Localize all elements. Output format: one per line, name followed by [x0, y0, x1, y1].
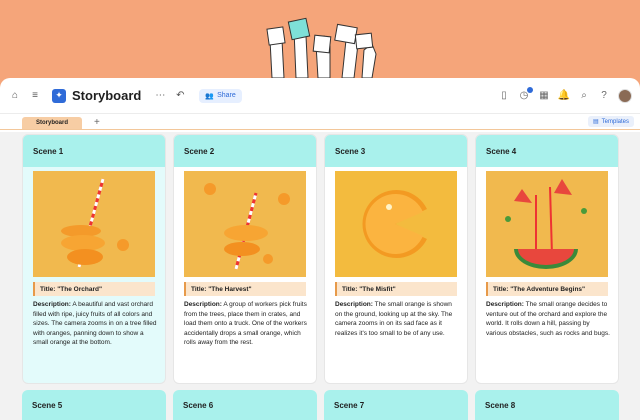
templates-label: Templates	[601, 118, 629, 125]
user-avatar[interactable]	[618, 88, 632, 103]
scene-title: Title: "The Adventure Begins"	[486, 282, 608, 296]
scene-header: Scene 3	[325, 135, 467, 167]
templates-icon: ▤	[592, 119, 599, 125]
clipboard-icon[interactable]: ▯	[498, 90, 510, 102]
scene-description: Description: A beautiful and vast orchar…	[33, 300, 157, 348]
scene-description: Description: A group of workers pick fru…	[184, 300, 308, 348]
calendar-icon[interactable]: ▦	[538, 90, 550, 102]
scene-image	[184, 171, 306, 277]
scene-title: Title: "The Misfit"	[335, 282, 457, 296]
scene-title: Title: "The Harvest"	[184, 282, 306, 296]
scene-card[interactable]: Scene 4 Title: "The Adventure Begins" De…	[475, 134, 619, 384]
scene-card[interactable]: Scene 3 Title: "The Misfit" Description:…	[324, 134, 468, 384]
share-button[interactable]: 👥 Share	[199, 88, 242, 103]
tab-bar: Storyboard + ▤ Templates	[0, 114, 640, 130]
templates-button[interactable]: ▤ Templates	[587, 116, 634, 127]
scene-image	[335, 171, 457, 277]
scene-header: Scene 2	[174, 135, 316, 167]
scene-card[interactable]: Scene 1 Title: "The Orchard" Description…	[22, 134, 166, 384]
scene-header[interactable]: Scene 5	[22, 390, 166, 420]
scene-header: Scene 4	[476, 135, 618, 167]
bell-icon[interactable]: 🔔	[558, 90, 570, 102]
scene-board: Scene 1 Title: "The Orchard" Description…	[0, 132, 640, 420]
undo-icon[interactable]: ↶	[173, 89, 187, 103]
storyboard-logo-icon: ✦	[52, 88, 66, 103]
scene-image	[486, 171, 608, 277]
scene-title: Title: "The Orchard"	[33, 282, 155, 296]
scene-description: Description: The small orange decides to…	[486, 300, 610, 338]
scene-card[interactable]: Scene 2 Title: "The Harvest" Description…	[173, 134, 317, 384]
scene-header: Scene 1	[23, 135, 165, 167]
storyboard-app: ⌂ ≡ ✦ Storyboard ⋯ ↶ 👥 Share ▯ ◷ ▦ 🔔 ⌕ ?…	[0, 78, 640, 420]
hands-with-notes-illustration	[266, 17, 377, 79]
home-icon[interactable]: ⌂	[8, 89, 22, 103]
board-title[interactable]: Storyboard	[72, 88, 141, 103]
description-label: Description:	[33, 301, 71, 308]
scene-description: Description: The small orange is shown o…	[335, 300, 459, 338]
timer-icon[interactable]: ◷	[518, 86, 533, 102]
description-label: Description:	[335, 301, 373, 308]
search-icon[interactable]: ⌕	[578, 90, 590, 102]
menu-icon[interactable]: ≡	[28, 89, 42, 103]
people-icon: 👥	[205, 92, 215, 100]
share-label: Share	[217, 92, 236, 99]
tab-storyboard[interactable]: Storyboard	[22, 117, 83, 129]
add-tab-icon[interactable]: +	[94, 117, 100, 128]
help-icon[interactable]: ?	[598, 90, 610, 102]
scene-image	[33, 171, 155, 277]
description-label: Description:	[486, 301, 524, 308]
more-options-icon[interactable]: ⋯	[153, 89, 167, 103]
scene-header[interactable]: Scene 8	[475, 390, 619, 420]
description-label: Description:	[184, 301, 222, 308]
notification-dot	[527, 86, 533, 93]
hero-banner	[0, 0, 640, 79]
top-toolbar: ⌂ ≡ ✦ Storyboard ⋯ ↶ 👥 Share ▯ ◷ ▦ 🔔 ⌕ ?	[0, 78, 640, 114]
scene-header[interactable]: Scene 6	[173, 390, 317, 420]
scene-header[interactable]: Scene 7	[324, 390, 468, 420]
